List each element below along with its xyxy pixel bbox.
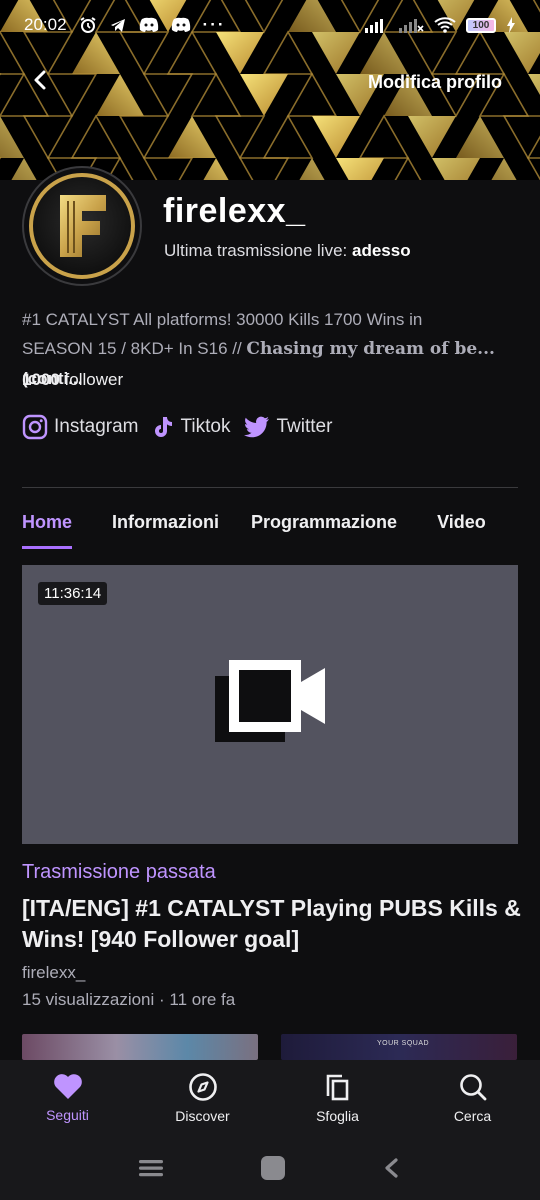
bottom-nav: Seguiti Discover Sfoglia Cerca <box>0 1060 540 1135</box>
more-notifications-icon: ··· <box>202 15 226 34</box>
banner-triangle <box>240 74 288 116</box>
banner-triangle <box>11 158 37 180</box>
section-divider <box>22 487 518 488</box>
tab-informazioni[interactable]: Informazioni <box>112 512 219 549</box>
banner-triangle <box>299 158 325 180</box>
banner-triangle <box>394 156 422 180</box>
instagram-icon <box>22 414 48 440</box>
social-link-instagram[interactable]: Instagram <box>22 414 138 440</box>
discord-icon-2 <box>171 17 191 33</box>
last-live-value: adesso <box>352 241 411 260</box>
video-placeholder-icon <box>215 660 325 742</box>
video-title[interactable]: [ITA/ENG] #1 CATALYST Playing PUBS Kills… <box>22 893 522 955</box>
last-live-label: Ultima trasmissione live: <box>164 241 348 260</box>
follower-count: 1000 follower <box>22 370 123 390</box>
signal-2-icon <box>398 17 424 33</box>
nav-seguiti[interactable]: Seguiti <box>3 1073 133 1123</box>
telegram-icon <box>109 16 127 34</box>
tab-video[interactable]: Video <box>437 512 486 549</box>
social-label: Tiktok <box>180 416 231 437</box>
back-nav-icon[interactable] <box>382 1157 402 1179</box>
social-link-tiktok[interactable]: Tiktok <box>152 415 230 439</box>
system-navigation <box>0 1135 540 1200</box>
nav-label: Seguiti <box>46 1106 89 1123</box>
banner-triangle <box>286 72 338 117</box>
video-duration: 11:36:14 <box>38 582 108 605</box>
next-video-thumbnail-2[interactable]: YOUR SQUAD <box>281 1034 517 1060</box>
social-label: Twitter <box>276 416 333 437</box>
next-video-thumbnail[interactable] <box>22 1034 258 1060</box>
banner-triangle <box>432 158 480 180</box>
status-bar: 20:02 ··· 100 <box>0 0 540 50</box>
channel-logo <box>29 173 135 279</box>
last-live-status: Ultima trasmissione live: adesso <box>164 241 411 261</box>
battery-indicator: 100 <box>466 17 496 33</box>
heart-icon <box>53 1073 82 1099</box>
tab-programmazione[interactable]: Programmazione <box>251 512 397 549</box>
browse-icon <box>326 1074 348 1100</box>
nav-discover[interactable]: Discover <box>138 1072 268 1124</box>
banner-triangle <box>358 114 410 159</box>
compass-icon <box>188 1072 217 1101</box>
video-meta: 15 visualizzazioni · 11 ore fa <box>22 990 236 1009</box>
banner-triangle <box>214 115 266 160</box>
nav-label: Discover <box>175 1107 230 1124</box>
nav-sfoglia[interactable]: Sfoglia <box>273 1072 403 1124</box>
signal-icon <box>364 17 388 33</box>
banner-triangle <box>312 116 360 158</box>
tiktok-icon <box>155 417 173 437</box>
nav-cerca[interactable]: Cerca <box>408 1072 538 1124</box>
banner-triangle <box>238 157 290 180</box>
banner-triangle <box>526 157 540 180</box>
edit-profile-button[interactable]: Modifica profilo <box>368 72 502 93</box>
banner-triangle <box>70 114 122 159</box>
bio-line-2-text: SEASON 15 / 8KD+ In S16 // <box>22 339 247 358</box>
follower-number: 1000 <box>22 370 60 389</box>
discord-icon <box>139 17 159 33</box>
bio-line-1: #1 CATALYST All platforms! 30000 Kills 1… <box>22 310 423 329</box>
back-button[interactable] <box>22 62 58 98</box>
banner-triangle <box>456 116 504 158</box>
banner-triangle <box>408 116 456 158</box>
banner-triangle <box>262 114 314 159</box>
video-channel[interactable]: firelexx_ <box>22 963 85 983</box>
video-thumbnail[interactable]: 11:36:14 <box>22 565 518 844</box>
bio-line-2-styled: 𝐂𝐡𝐚𝐬𝐢𝐧𝐠 𝐦𝐲 𝐝𝐫𝐞𝐚𝐦 𝐨𝐟 𝐛𝐞... <box>246 339 495 359</box>
nav-label: Sfoglia <box>316 1107 359 1124</box>
profile-tabs: Home Informazioni Programmazione Video <box>22 512 486 549</box>
alarm-icon <box>79 16 97 34</box>
tab-home[interactable]: Home <box>22 512 73 549</box>
social-links: Instagram Tiktok Twitter <box>22 414 332 440</box>
banner-triangle <box>528 74 540 95</box>
channel-name: firelexx_ <box>163 192 306 230</box>
banner-triangle <box>502 115 540 160</box>
squad-label: YOUR SQUAD <box>377 1040 430 1047</box>
banner-triangle <box>0 116 24 158</box>
banner-triangle <box>203 158 229 180</box>
banner-triangle <box>491 158 517 180</box>
banner-triangle <box>336 158 384 180</box>
banner-triangle <box>96 74 144 116</box>
wifi-icon <box>434 17 456 33</box>
nav-label: Cerca <box>453 1107 492 1124</box>
clock: 20:02 <box>24 15 67 34</box>
banner-triangle <box>142 157 194 180</box>
twitter-icon <box>244 416 270 438</box>
follower-label: follower <box>59 370 124 389</box>
banner-triangle <box>142 73 194 118</box>
banner-triangle <box>168 116 216 158</box>
video-category[interactable]: Trasmissione passata <box>22 861 216 884</box>
avatar[interactable] <box>22 166 142 286</box>
banner-triangle <box>118 115 170 160</box>
charging-icon <box>506 17 516 33</box>
recents-icon[interactable] <box>138 1158 164 1178</box>
banner-triangle <box>190 72 242 117</box>
social-label: Instagram <box>54 416 139 437</box>
search-icon <box>459 1073 486 1100</box>
chevron-left-icon <box>34 70 46 90</box>
social-link-twitter[interactable]: Twitter <box>244 416 332 438</box>
banner-triangle <box>22 115 74 160</box>
home-icon[interactable] <box>260 1155 286 1181</box>
